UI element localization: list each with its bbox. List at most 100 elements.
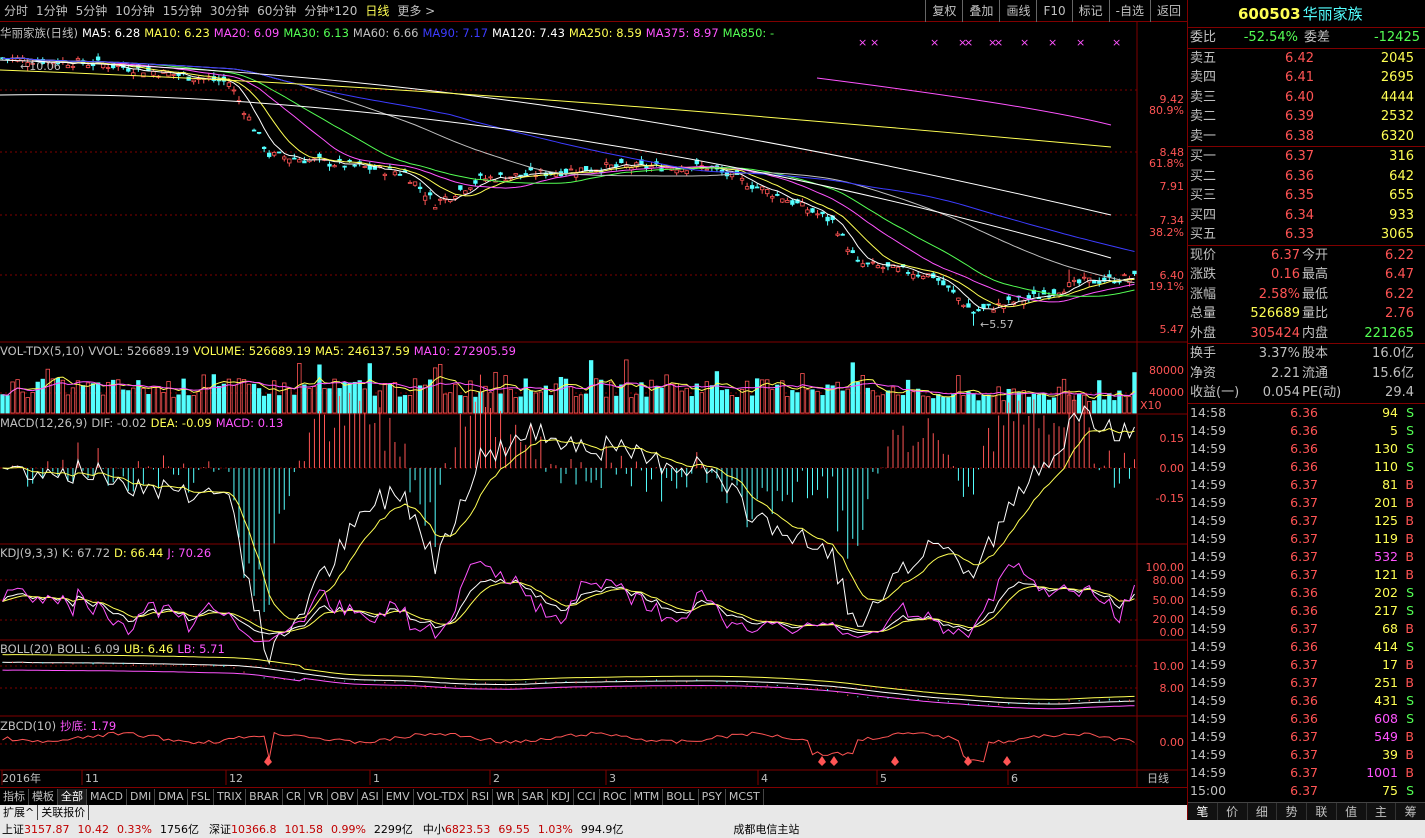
volume-bar (161, 392, 166, 414)
quote-tab-0[interactable]: 笔 (1188, 803, 1218, 820)
vol-unit-label: X10 (1140, 399, 1162, 412)
quote-tab-2[interactable]: 细 (1248, 803, 1278, 820)
tick-flag: S (1406, 602, 1414, 618)
quote-tab-4[interactable]: 联 (1307, 803, 1337, 820)
candle-body (770, 196, 775, 199)
indicator-tab-13[interactable]: EMV (383, 788, 414, 805)
indicator-tab-16[interactable]: WR (493, 788, 519, 805)
price-axis-label: 61.8% (1149, 157, 1184, 170)
volume-bar (986, 394, 991, 414)
indicator-tab-17[interactable]: SAR (519, 788, 549, 805)
candle-body (106, 67, 111, 69)
indicator-tab-5[interactable]: DMA (155, 788, 188, 805)
asks-volume: 2045 (1380, 50, 1414, 66)
index-pct: 1.03% (537, 822, 573, 836)
tick-row: 14:59 6.36 202 S (1188, 584, 1425, 602)
index-amount: 2299亿 (373, 823, 413, 836)
quote-tab-1[interactable]: 价 (1218, 803, 1248, 820)
indicator-tab-14[interactable]: VOL-TDX (414, 788, 469, 805)
tick-flag: S (1406, 710, 1414, 726)
tick-flag: B (1405, 764, 1414, 780)
candle-body (915, 274, 921, 277)
ext-tab-0[interactable]: 扩展^ (0, 804, 39, 821)
indicator-tab-24[interactable]: MCST (726, 788, 764, 805)
tick-row: 14:59 6.37 125 B (1188, 512, 1425, 530)
indicator-tab-2[interactable]: 全部 (58, 788, 87, 805)
zbcd-legend: ZBCD(10) 抄底: 1.79 (0, 718, 120, 734)
indicator-tab-10[interactable]: VR (305, 788, 328, 805)
volume-bar (689, 396, 694, 414)
volume-bar (307, 388, 312, 414)
tick-price: 6.36 (1290, 602, 1318, 618)
volume-bar (734, 396, 740, 414)
volume-bar (966, 391, 971, 414)
kdj-axis-label: 20.00 (1153, 613, 1185, 626)
fundamental-stats: 换手 3.37% 股本 16.0亿 净资 2.21 流通 15.6亿 收益(一) 0.054 PE(… (1188, 344, 1425, 403)
volume-bar (292, 394, 297, 414)
indicator-tab-6[interactable]: FSL (188, 788, 214, 805)
volume-bar (951, 394, 956, 414)
volume-bar (498, 393, 503, 414)
candle-body (840, 233, 845, 236)
volume-bar (1041, 393, 1047, 414)
candle-body (835, 233, 840, 236)
volume-bar (322, 387, 327, 414)
quote-tab-3[interactable]: 势 (1277, 803, 1307, 820)
volume-bar (121, 389, 126, 414)
quote-tab-6[interactable]: 主 (1367, 803, 1397, 820)
tick-volume: 81 (1382, 476, 1398, 492)
stat-row: 涨跌 0.16 最高 6.47 (1188, 265, 1425, 285)
candle-body (95, 56, 101, 61)
stat-row: 涨幅 2.58% 最低 6.22 (1188, 285, 1425, 305)
volume-bar (166, 381, 171, 414)
candle-body (875, 265, 881, 269)
indicator-tab-12[interactable]: ASI (358, 788, 383, 805)
volume-bar (433, 367, 438, 414)
buy-arrow (891, 756, 899, 766)
volume-bar (810, 389, 815, 414)
indicator-tab-8[interactable]: BRAR (246, 788, 284, 805)
indicator-tab-9[interactable]: CR (283, 788, 306, 805)
tick-time: 14:59 (1190, 674, 1227, 690)
stat-label: 内盘 (1302, 325, 1329, 341)
volume-bar (463, 395, 468, 414)
volume-bar (1001, 400, 1006, 414)
volume-bar (131, 387, 136, 414)
indicator-tab-15[interactable]: RSI (468, 788, 494, 805)
quote-tab-7[interactable]: 筹 (1396, 803, 1425, 820)
indicator-tab-18[interactable]: KDJ (548, 788, 574, 805)
vol-axis-label: 40000 (1149, 386, 1184, 399)
indicator-tab-4[interactable]: DMI (127, 788, 156, 805)
kline-chart[interactable]: 9.4280.9%8.4861.8%7.917.3438.2%6.4019.1%… (0, 0, 1187, 787)
indicator-tab-0[interactable]: 指标 (0, 788, 29, 805)
event-marker: × (1048, 36, 1057, 49)
indicator-tab-20[interactable]: ROC (600, 788, 631, 805)
indicator-tab-3[interactable]: MACD (87, 788, 127, 805)
bids-row: 买四 6.34 933 (1188, 206, 1425, 226)
fund-value: 16.0亿 (1372, 346, 1414, 361)
volume-bar (20, 391, 25, 414)
volume-bar (186, 395, 191, 414)
volume-bar (885, 390, 891, 414)
indicator-tab-19[interactable]: CCI (574, 788, 600, 805)
tick-flag: B (1405, 512, 1414, 528)
tick-flag: B (1405, 728, 1414, 744)
stat-value: 0.16 (1271, 267, 1300, 282)
ext-tab-1[interactable]: 关联报价 (38, 804, 90, 821)
indicator-tab-1[interactable]: 模板 (29, 788, 58, 805)
tick-volume: 414 (1374, 638, 1398, 654)
volume-bar (382, 383, 388, 414)
indicator-tab-22[interactable]: BOLL (663, 788, 699, 805)
volume-bar (523, 378, 528, 414)
volume-bar (362, 388, 367, 414)
indicator-tab-23[interactable]: PSY (699, 788, 726, 805)
tick-volume: 94 (1382, 404, 1398, 420)
candle-body (568, 168, 574, 171)
quote-tab-5[interactable]: 值 (1337, 803, 1367, 820)
indicator-tab-21[interactable]: MTM (631, 788, 664, 805)
indicator-tab-7[interactable]: TRIX (214, 788, 247, 805)
indicator-tab-11[interactable]: OBV (328, 788, 358, 805)
tick-time: 14:59 (1190, 746, 1227, 762)
volume-bar (1026, 396, 1031, 414)
event-marker: × (1076, 36, 1085, 49)
